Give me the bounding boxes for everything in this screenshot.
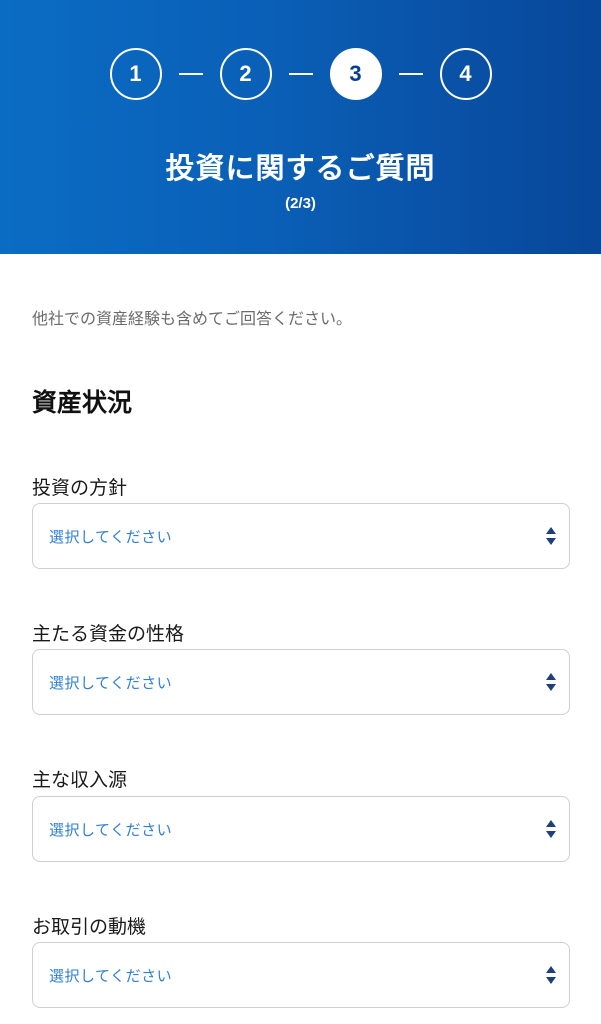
- select-placeholder: 選択してください: [49, 966, 173, 985]
- select-placeholder: 選択してください: [49, 673, 173, 692]
- investment-policy-label: 投資の方針: [32, 477, 128, 499]
- page-progress: (2/3): [285, 195, 316, 212]
- up-down-arrows-icon: [546, 527, 556, 545]
- step-connector: [178, 73, 203, 75]
- income-source-label: 主な収入源: [32, 769, 128, 791]
- trading-motive-select[interactable]: 選択してください: [32, 942, 570, 1008]
- trading-motive-label: お取引の動機: [32, 916, 147, 938]
- up-down-arrows-icon: [546, 820, 556, 838]
- step-1: 1: [109, 48, 162, 100]
- fund-nature-select[interactable]: 選択してください: [32, 649, 570, 715]
- step-2: 2: [219, 48, 272, 100]
- income-source-select[interactable]: 選択してください: [32, 796, 570, 862]
- up-down-arrows-icon: [546, 966, 556, 984]
- up-down-arrows-icon: [546, 673, 556, 691]
- page-title: 投資に関するご質問: [165, 151, 436, 185]
- step-connector: [288, 73, 313, 75]
- instruction-note: 他社での資産経験も含めてご回答ください。: [32, 309, 353, 328]
- step-4: 4: [439, 48, 492, 100]
- step-3-current: 3: [329, 48, 382, 100]
- investment-policy-select[interactable]: 選択してください: [32, 503, 570, 569]
- fund-nature-label: 主たる資金の性格: [32, 623, 185, 645]
- select-placeholder: 選択してください: [49, 527, 173, 546]
- step-indicator: 1 2 3 4: [0, 48, 601, 100]
- section-title: 資産状況: [32, 388, 133, 417]
- step-connector: [398, 73, 423, 75]
- select-placeholder: 選択してください: [49, 820, 173, 839]
- page-header: 1 2 3 4 投資に関するご質問 (2/3): [0, 0, 601, 254]
